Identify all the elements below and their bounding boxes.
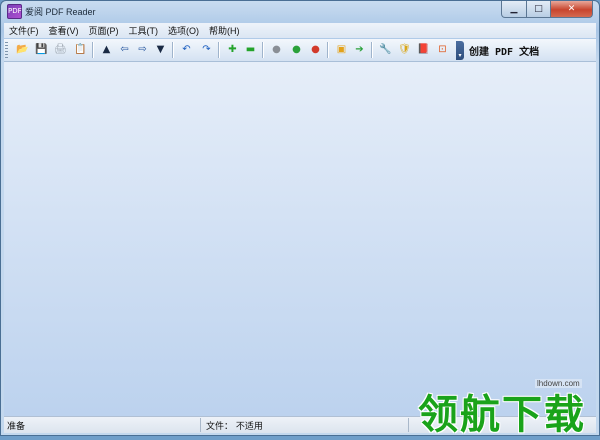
stop-icon[interactable]: ⊡ — [436, 43, 449, 56]
toolbar-grip[interactable] — [5, 42, 8, 58]
status-ready-text: 准备 — [7, 422, 26, 432]
status-divider — [200, 418, 201, 432]
menu-help[interactable]: 帮助(H) — [204, 24, 245, 37]
save-icon[interactable]: 💾 — [35, 43, 48, 56]
toolbar-separator — [371, 42, 373, 58]
gray-circle-icon[interactable]: ● — [270, 43, 283, 56]
minimize-button[interactable]: ▁ — [501, 1, 527, 18]
document-area[interactable] — [4, 62, 596, 416]
toolbar-overflow-button[interactable]: ▾ — [456, 41, 464, 60]
status-file-text: 文件： 不适用 — [206, 422, 263, 432]
toolbar: 📂 💾 🖨 📋 ▲ ⇦ ⇨ ▼ ↶ ↷ ✚ ▬ ● ● ● ▣ ➔ 🔧 🛡 📕 ⊡ ▾ 创建 PDF 文档 — [4, 39, 596, 62]
prev-page-icon[interactable]: ⇦ — [118, 43, 131, 56]
bookmark-icon[interactable]: 📕 — [417, 43, 430, 56]
tools-icon[interactable]: 🔧 — [379, 43, 392, 56]
menu-page[interactable]: 页面(P) — [84, 24, 124, 37]
first-page-icon[interactable]: ▲ — [100, 43, 113, 56]
rotate-right-icon[interactable]: ↷ — [200, 43, 213, 56]
go-to-icon[interactable]: ➔ — [353, 43, 366, 56]
title-bar[interactable]: PDF 爱阅 PDF Reader ▁ □ ✕ — [1, 1, 599, 21]
maximize-button[interactable]: □ — [527, 1, 551, 18]
watermark-logo: 领航下载 — [418, 392, 586, 438]
next-page-icon[interactable]: ⇨ — [136, 43, 149, 56]
window-title: 爱阅 PDF Reader — [25, 7, 96, 17]
toolbar-separator — [327, 42, 329, 58]
menu-file[interactable]: 文件(F) — [4, 24, 44, 37]
app-logo-icon: PDF — [7, 4, 22, 19]
security-icon[interactable]: 🛡 — [398, 43, 411, 56]
last-page-icon[interactable]: ▼ — [154, 43, 167, 56]
app-window: PDF 爱阅 PDF Reader ▁ □ ✕ 文件(F) 查看(V) 页面(P… — [0, 0, 600, 436]
status-divider — [408, 418, 409, 432]
zoom-in-icon[interactable]: ✚ — [226, 43, 239, 56]
toolbar-separator — [262, 42, 264, 58]
menu-view[interactable]: 查看(V) — [44, 24, 84, 37]
toolbar-separator — [218, 42, 220, 58]
rotate-left-icon[interactable]: ↶ — [180, 43, 193, 56]
open-icon[interactable]: 📂 — [16, 43, 29, 56]
print-icon[interactable]: 🖨 — [54, 43, 67, 56]
red-circle-icon[interactable]: ● — [309, 43, 322, 56]
zoom-out-icon[interactable]: ▬ — [244, 43, 257, 56]
toolbar-separator — [172, 42, 174, 58]
fit-page-icon[interactable]: ▣ — [335, 43, 348, 56]
toolbar-separator — [92, 42, 94, 58]
menu-bar: 文件(F) 查看(V) 页面(P) 工具(T) 选项(O) 帮助(H) — [4, 23, 596, 38]
create-pdf-label[interactable]: 创建 PDF 文档 — [469, 43, 539, 58]
copy-icon[interactable]: 📋 — [74, 43, 87, 56]
close-button[interactable]: ✕ — [551, 1, 593, 18]
menu-options[interactable]: 选项(O) — [163, 24, 204, 37]
menu-tools[interactable]: 工具(T) — [124, 24, 164, 37]
green-circle-icon[interactable]: ● — [290, 43, 303, 56]
